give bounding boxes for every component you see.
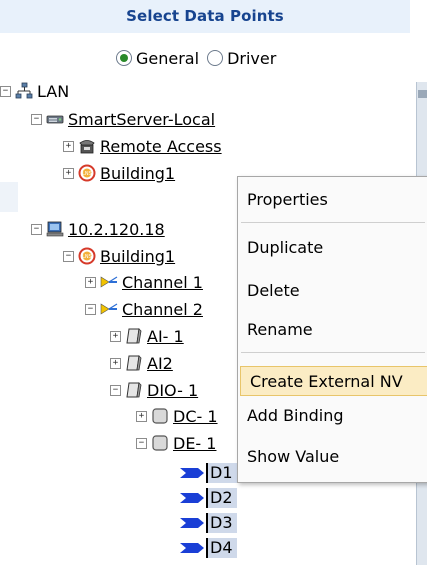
expand-toggle[interactable]: + bbox=[63, 140, 74, 152]
menu-item-delete[interactable]: Delete bbox=[238, 276, 427, 306]
tree-label: Channel 1 bbox=[122, 272, 203, 292]
data-point-icon bbox=[180, 539, 206, 557]
computer-icon bbox=[46, 220, 64, 238]
tree-node-d4[interactable]: D4 bbox=[180, 537, 237, 559]
tree-node-d2[interactable]: D2 bbox=[180, 487, 237, 509]
tree-node-building1[interactable]: − LNS Building1 bbox=[63, 245, 175, 267]
tree-node-lan[interactable]: − LAN bbox=[0, 80, 69, 102]
expand-toggle[interactable]: + bbox=[63, 167, 74, 179]
driver-radio[interactable] bbox=[207, 50, 224, 66]
device-icon bbox=[125, 327, 143, 345]
tree-label: AI2 bbox=[147, 353, 173, 373]
tree-label: D1 bbox=[206, 463, 237, 483]
tree-node-de-1[interactable]: − DE- 1 bbox=[136, 432, 216, 454]
data-point-selector: Select Data Points General Driver − LAN … bbox=[0, 0, 427, 565]
tree-label: DC- 1 bbox=[173, 406, 218, 426]
collapse-toggle[interactable]: − bbox=[0, 85, 11, 97]
menu-item-add-binding[interactable]: Add Binding bbox=[238, 401, 427, 431]
tree-label: Remote Access bbox=[100, 136, 222, 156]
menu-item-rename[interactable]: Rename bbox=[238, 315, 427, 345]
collapse-toggle[interactable]: − bbox=[85, 303, 96, 315]
collapse-toggle[interactable]: − bbox=[63, 250, 74, 262]
panel-title: Select Data Points bbox=[0, 0, 410, 33]
expand-toggle[interactable]: + bbox=[136, 410, 147, 422]
server-icon bbox=[46, 110, 64, 128]
channel-icon bbox=[100, 300, 118, 318]
functional-block-icon bbox=[151, 407, 169, 425]
scrollbar-thumb[interactable] bbox=[418, 90, 427, 98]
general-radio[interactable] bbox=[116, 50, 132, 66]
context-menu: Properties Duplicate Delete Rename Creat… bbox=[237, 176, 427, 483]
svg-text:LNS: LNS bbox=[82, 254, 92, 260]
driver-radio-label[interactable]: Driver bbox=[227, 49, 276, 68]
tree-node-dio-1[interactable]: − DIO- 1 bbox=[110, 379, 198, 401]
tree-node-ai2[interactable]: + AI2 bbox=[110, 352, 173, 374]
tree-label: LAN bbox=[37, 81, 70, 101]
tree-node-smartserver-local[interactable]: − SmartServer-Local bbox=[31, 108, 215, 130]
tree-label: D2 bbox=[206, 488, 237, 508]
expand-toggle[interactable]: + bbox=[85, 276, 96, 288]
collapse-toggle[interactable]: − bbox=[31, 113, 42, 125]
menu-item-properties[interactable]: Properties bbox=[238, 185, 427, 215]
tree-node-channel-2[interactable]: − Channel 2 bbox=[85, 298, 203, 320]
tree-node-channel-1[interactable]: + Channel 1 bbox=[85, 271, 203, 293]
tree-node-building1[interactable]: + LNS Building1 bbox=[63, 162, 175, 184]
menu-separator bbox=[241, 352, 425, 353]
channel-icon bbox=[100, 273, 118, 291]
device-icon bbox=[125, 381, 143, 399]
tree-label: SmartServer-Local bbox=[68, 109, 216, 129]
telephone-icon bbox=[78, 137, 96, 155]
menu-item-show-value[interactable]: Show Value bbox=[238, 442, 427, 472]
collapse-toggle[interactable]: − bbox=[136, 437, 147, 449]
tree-label: DE- 1 bbox=[173, 433, 217, 453]
device-icon bbox=[125, 354, 143, 372]
tree-label: AI- 1 bbox=[147, 326, 184, 346]
data-point-icon bbox=[180, 514, 206, 532]
tree-node-d1[interactable]: D1 bbox=[180, 462, 237, 484]
expand-toggle[interactable]: + bbox=[110, 330, 121, 342]
tree-node-ai-1[interactable]: + AI- 1 bbox=[110, 325, 184, 347]
tree-label: D4 bbox=[206, 538, 237, 558]
data-point-icon bbox=[180, 489, 206, 507]
data-point-icon bbox=[180, 464, 206, 482]
tree-label: Building1 bbox=[100, 246, 176, 266]
tree-label: Building1 bbox=[100, 163, 176, 183]
tree-label: 10.2.120.18 bbox=[68, 219, 165, 239]
collapse-toggle[interactable]: − bbox=[110, 384, 121, 396]
tree-node-remote-access[interactable]: + Remote Access bbox=[63, 135, 222, 157]
expand-toggle[interactable]: + bbox=[110, 357, 121, 369]
tree-label: DIO- 1 bbox=[147, 380, 199, 400]
menu-item-duplicate[interactable]: Duplicate bbox=[238, 233, 427, 263]
collapse-toggle[interactable]: − bbox=[31, 223, 42, 235]
mode-radio-group: General Driver bbox=[116, 46, 284, 70]
tree-node-ip-host[interactable]: − 10.2.120.18 bbox=[31, 218, 165, 240]
network-icon bbox=[15, 82, 33, 100]
general-radio-label[interactable]: General bbox=[136, 49, 199, 68]
left-gutter bbox=[0, 182, 18, 212]
lns-database-icon: LNS bbox=[78, 247, 96, 265]
menu-item-create-external-nv[interactable]: Create External NV bbox=[240, 366, 427, 396]
menu-separator bbox=[241, 222, 425, 223]
tree-node-d3[interactable]: D3 bbox=[180, 512, 237, 534]
tree-label: D3 bbox=[206, 513, 237, 533]
tree-node-dc-1[interactable]: + DC- 1 bbox=[136, 405, 218, 427]
functional-block-icon bbox=[151, 434, 169, 452]
lns-database-icon: LNS bbox=[78, 164, 96, 182]
svg-text:LNS: LNS bbox=[82, 171, 92, 177]
tree-label: Channel 2 bbox=[122, 299, 203, 319]
